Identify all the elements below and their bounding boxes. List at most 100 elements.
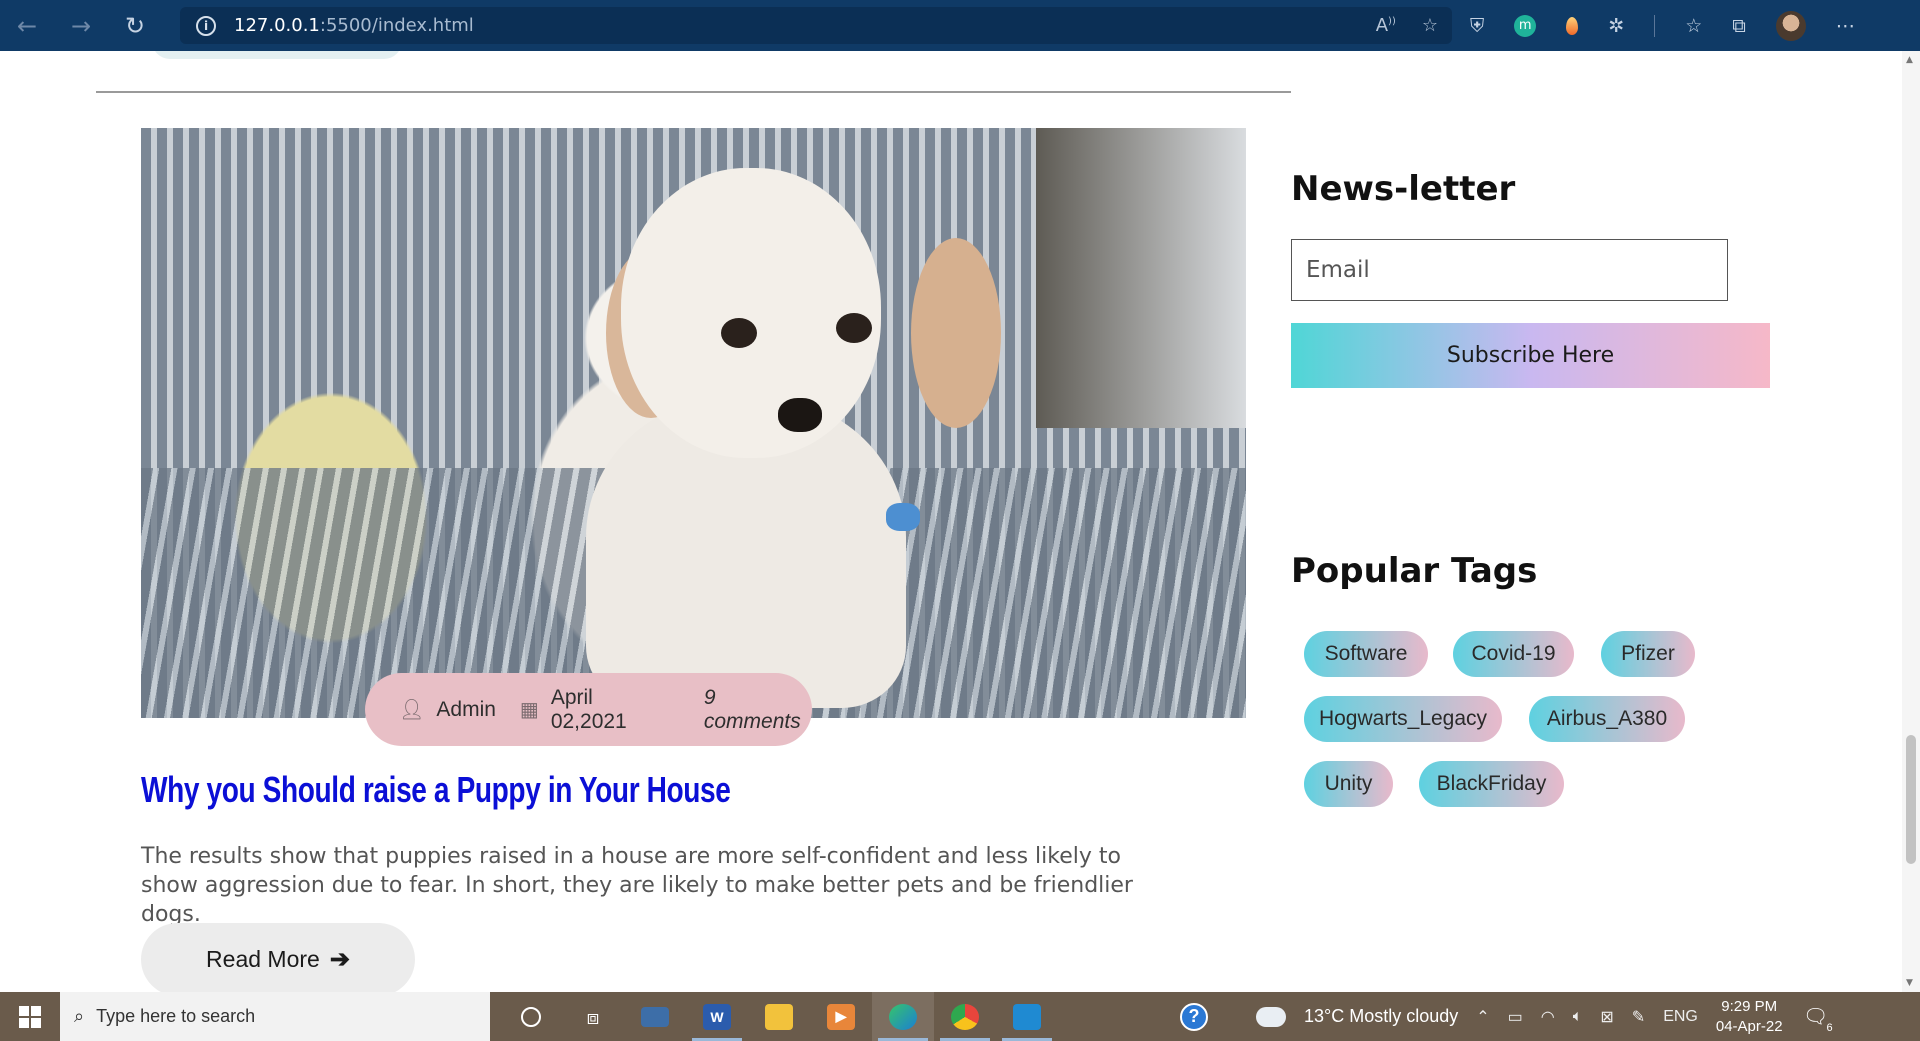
tag-pfizer[interactable]: Pfizer bbox=[1601, 631, 1695, 677]
start-button[interactable] bbox=[0, 992, 60, 1041]
taskbar-app-file-explorer[interactable] bbox=[748, 992, 810, 1041]
battery-icon[interactable]: ▭ bbox=[1508, 1007, 1523, 1027]
pen-icon[interactable]: ✎ bbox=[1632, 1007, 1645, 1027]
add-favorite-icon[interactable]: ☆ bbox=[1422, 15, 1438, 36]
network-error-icon[interactable]: ⊠ bbox=[1600, 1007, 1613, 1027]
volume-icon[interactable]: 🔈︎ bbox=[1573, 1008, 1583, 1026]
url-host: 127.0.0.1 bbox=[234, 15, 320, 36]
help-icon[interactable]: ? bbox=[1180, 1002, 1208, 1031]
forward-button[interactable]: → bbox=[54, 0, 108, 51]
tag-airbus-a380[interactable]: Airbus_A380 bbox=[1529, 696, 1685, 742]
folder-icon bbox=[765, 1003, 793, 1030]
post-date: April 02,2021 bbox=[550, 685, 627, 733]
image-dog-eye-right bbox=[836, 313, 872, 343]
chrome-browser-icon bbox=[951, 1003, 979, 1030]
profile-avatar[interactable] bbox=[1775, 10, 1806, 41]
post-title[interactable]: Why you Should raise a Puppy in Your Hou… bbox=[141, 769, 731, 811]
image-dog-ear-right bbox=[911, 238, 1001, 428]
tag-covid-19[interactable]: Covid-19 bbox=[1453, 631, 1574, 677]
clock-date: 04-Apr-22 bbox=[1715, 1017, 1783, 1035]
taskbar-clock[interactable]: 9:29 PM 04-Apr-22 bbox=[1716, 997, 1783, 1037]
page-scrollbar[interactable]: ▲ ▼ bbox=[1902, 51, 1920, 992]
tag-hogwarts-legacy[interactable]: Hogwarts_Legacy bbox=[1304, 696, 1502, 742]
task-view-button[interactable]: ⧈ bbox=[562, 992, 624, 1041]
taskbar-app-monitor[interactable] bbox=[624, 992, 686, 1041]
monitor-app-icon bbox=[641, 1006, 669, 1027]
post-image-puppy bbox=[141, 128, 1246, 718]
language-indicator[interactable]: ENG bbox=[1663, 1008, 1698, 1026]
post-author[interactable]: Admin bbox=[436, 698, 496, 722]
address-bar[interactable]: i 127.0.0.1:5500/index.html A)) ☆ bbox=[180, 7, 1452, 44]
favorites-icon[interactable]: ☆ bbox=[1685, 15, 1702, 37]
weather-cloud-icon bbox=[1252, 998, 1286, 1027]
subscribe-button[interactable]: Subscribe Here bbox=[1291, 323, 1770, 388]
taskbar-search[interactable]: ⌕ Type here to search bbox=[60, 992, 490, 1041]
refresh-button[interactable]: ↻ bbox=[108, 0, 162, 51]
shield-extension-icon[interactable]: ⛨ bbox=[1470, 15, 1484, 37]
cortana-button[interactable] bbox=[500, 992, 562, 1041]
taskbar-app-word[interactable]: W bbox=[686, 992, 748, 1041]
read-more-label: Read More bbox=[206, 946, 320, 972]
weather-text[interactable]: 13°C Mostly cloudy bbox=[1304, 1006, 1458, 1027]
post-comments[interactable]: 9 comments bbox=[704, 686, 812, 734]
section-divider bbox=[96, 91, 1291, 93]
taskbar-apps: ⧈ W ▶ bbox=[500, 992, 1058, 1041]
popular-tags-title: Popular Tags bbox=[1291, 551, 1538, 591]
drop-extension-icon[interactable] bbox=[1566, 16, 1579, 35]
taskbar-search-placeholder: Type here to search bbox=[96, 1006, 256, 1026]
taskbar-app-edge[interactable] bbox=[872, 992, 934, 1041]
tag-software[interactable]: Software bbox=[1304, 631, 1428, 677]
image-dog-eye-left bbox=[721, 318, 757, 348]
tag-blackfriday[interactable]: BlackFriday bbox=[1419, 761, 1564, 807]
cortana-icon bbox=[521, 1006, 541, 1027]
search-icon: ⌕ bbox=[74, 1006, 85, 1026]
newsletter-title: News-letter bbox=[1291, 169, 1516, 209]
media-player-icon: ▶ bbox=[827, 1003, 855, 1030]
notification-count: 6 bbox=[1826, 1021, 1833, 1034]
image-background bbox=[1036, 128, 1246, 428]
tray-chevron-up-icon[interactable]: ⌃ bbox=[1476, 1007, 1489, 1027]
system-tray: ? 13°C Mostly cloudy ⌃ ▭ ◠ 🔈︎ ⊠ ✎ ENG 9:… bbox=[1180, 992, 1833, 1041]
taskbar-app-chrome[interactable] bbox=[934, 992, 996, 1041]
read-more-button[interactable]: Read More ➔ bbox=[141, 923, 415, 992]
notifications-button[interactable]: 🗨︎ 6 bbox=[1801, 1002, 1833, 1034]
taskbar-app-media-player[interactable]: ▶ bbox=[810, 992, 872, 1041]
scroll-down-arrow-icon[interactable]: ▼ bbox=[1906, 978, 1913, 988]
vscode-icon bbox=[1013, 1003, 1041, 1030]
task-view-icon: ⧈ bbox=[586, 1004, 600, 1029]
back-button[interactable]: ← bbox=[0, 0, 54, 51]
arrow-right-icon: ➔ bbox=[329, 946, 350, 973]
image-dog-tag bbox=[886, 503, 920, 531]
clock-time: 9:29 PM bbox=[1721, 997, 1778, 1015]
word-app-icon: W bbox=[703, 1003, 731, 1030]
windows-taskbar: ⌕ Type here to search ⧈ W ▶ ? 13°C Mostl… bbox=[0, 992, 1920, 1041]
user-icon: 👤︎ bbox=[399, 699, 425, 721]
more-menu-icon[interactable]: ⋯ bbox=[1836, 15, 1855, 37]
post-meta: 👤︎ Admin ▦ April 02,2021 9 comments bbox=[365, 673, 812, 746]
scroll-up-arrow-icon[interactable]: ▲ bbox=[1906, 55, 1913, 65]
previous-post-pill bbox=[152, 51, 402, 59]
extensions-puzzle-icon[interactable]: ✲ bbox=[1608, 15, 1624, 37]
image-dog-head bbox=[621, 168, 881, 458]
post-excerpt: The results show that puppies raised in … bbox=[141, 844, 1133, 927]
tag-unity[interactable]: Unity bbox=[1304, 761, 1393, 807]
read-aloud-icon[interactable]: A)) bbox=[1376, 15, 1396, 36]
edge-browser-icon bbox=[889, 1003, 917, 1030]
wifi-icon[interactable]: ◠ bbox=[1541, 1007, 1555, 1027]
extensions-area: ⛨ m ✲ ☆ ⧉ ⋯ bbox=[1470, 0, 1855, 51]
site-info-icon[interactable]: i bbox=[196, 15, 216, 36]
url-path: :5500/index.html bbox=[319, 15, 474, 36]
scroll-thumb[interactable] bbox=[1906, 735, 1916, 864]
taskbar-app-vscode[interactable] bbox=[996, 992, 1058, 1041]
image-dog-nose bbox=[778, 398, 822, 432]
address-actions: A)) ☆ bbox=[1376, 7, 1438, 44]
toolbar-separator bbox=[1654, 14, 1656, 37]
page-content: 👤︎ Admin ▦ April 02,2021 9 comments Why … bbox=[0, 51, 1902, 992]
notification-icon: 🗨︎ bbox=[1802, 1006, 1829, 1028]
browser-toolbar: ← → ↻ i 127.0.0.1:5500/index.html A)) ☆ … bbox=[0, 0, 1920, 51]
calendar-icon: ▦ bbox=[519, 699, 539, 721]
m-extension-icon[interactable]: m bbox=[1514, 14, 1537, 37]
collections-icon[interactable]: ⧉ bbox=[1732, 15, 1746, 37]
email-field[interactable] bbox=[1291, 239, 1728, 301]
windows-logo-icon bbox=[19, 1005, 41, 1028]
